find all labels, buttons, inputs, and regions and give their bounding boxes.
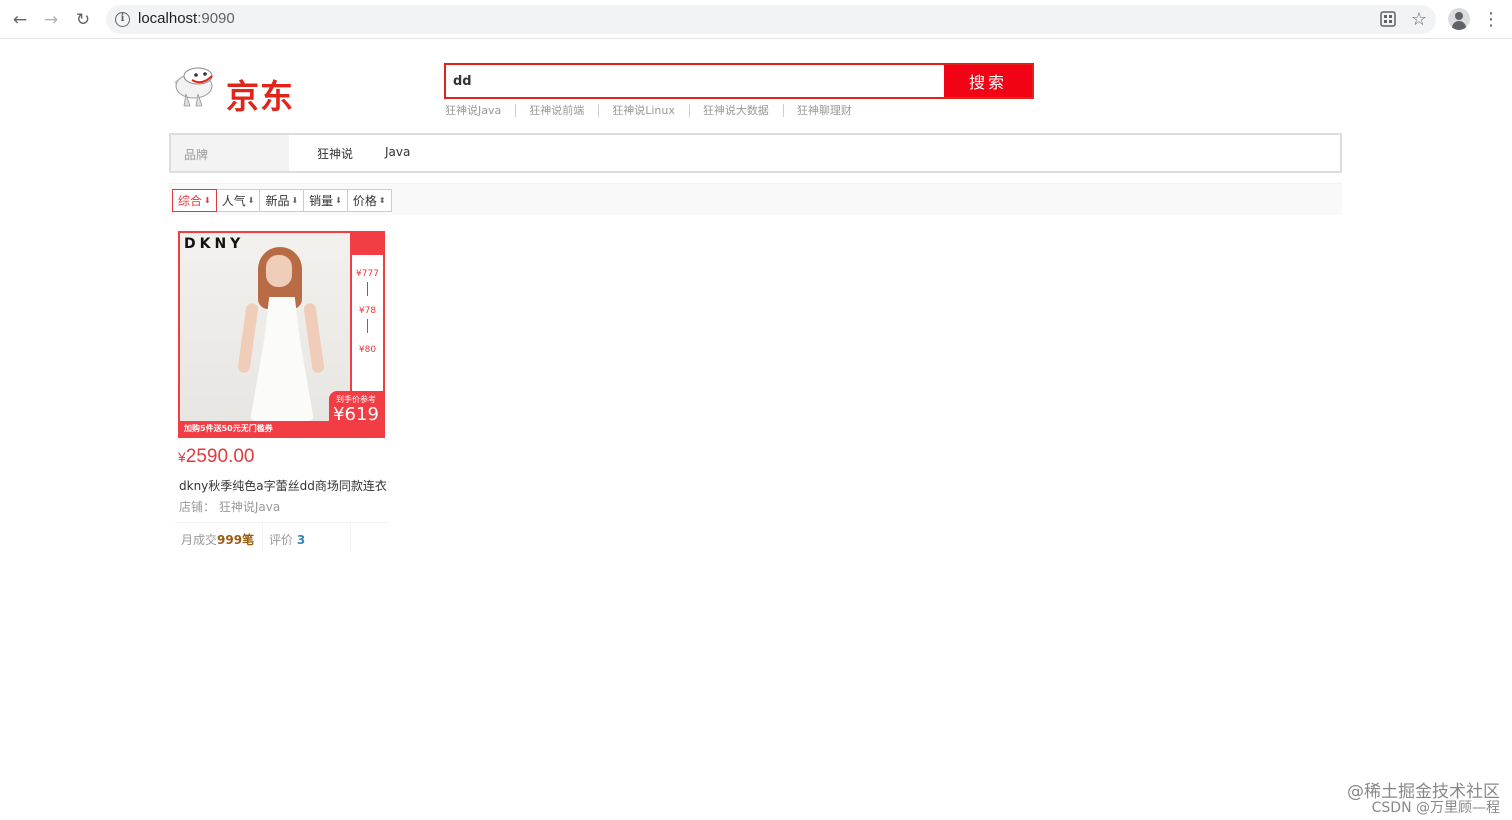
sort-comprehensive-button[interactable]: 综合 ⬇ xyxy=(172,189,217,212)
sort-label: 综合 xyxy=(178,194,203,208)
side-price: ¥78 xyxy=(358,306,377,316)
sort-label: 新品 xyxy=(265,194,290,208)
hot-word-link[interactable]: 狂神说前端 xyxy=(529,104,600,117)
hot-word-link[interactable]: 狂神说大数据 xyxy=(703,104,784,117)
extension-icon[interactable] xyxy=(1377,8,1399,30)
hot-word-link[interactable]: 狂神聊理财 xyxy=(797,104,866,117)
menu-kebab-icon[interactable]: ⋮ xyxy=(1480,8,1502,30)
price-tag-value: ¥619 xyxy=(333,404,379,425)
sort-options: 综合 ⬇ 人气 ⬇ 新品 ⬇ 销量 ⬇ 价格 ⬍ xyxy=(172,189,392,212)
brand-filter-items: 狂神说 Java xyxy=(317,145,410,162)
shop-label: 店铺： xyxy=(179,500,216,514)
brand-item[interactable]: 狂神说 xyxy=(317,145,353,162)
logo-text: 京东 xyxy=(226,77,294,116)
brand-item[interactable]: Java xyxy=(385,145,410,162)
sort-label: 价格 xyxy=(352,194,377,208)
product-stats: 月成交999笔 评价 3 xyxy=(175,522,390,553)
hot-word-link[interactable]: 狂神说Java xyxy=(445,104,517,117)
search-button[interactable]: 搜索 xyxy=(944,65,1032,97)
product-card[interactable]: DKNY ¥777 ¥78 ¥80 加购5件送50元无门槛券 到手价参考 ¥61… xyxy=(175,226,390,556)
arrow-down-icon: ⬇ xyxy=(291,196,299,205)
hot-words: 狂神说Java 狂神说前端 狂神说Linux 狂神说大数据 狂神聊理财 xyxy=(445,104,879,117)
sort-new-button[interactable]: 新品 ⬇ xyxy=(259,189,305,212)
side-price: ¥777 xyxy=(356,269,379,279)
search-form: 搜索 xyxy=(444,63,1034,99)
bookmark-star-icon[interactable]: ☆ xyxy=(1408,8,1430,30)
monthly-sales: 月成交999笔 xyxy=(175,523,263,553)
browser-toolbar: ← → ↻ i localhost:9090 ☆ ⋮ xyxy=(0,0,1512,39)
arrow-down-icon: ⬇ xyxy=(335,196,342,205)
side-price: ¥80 xyxy=(358,345,377,355)
address-bar[interactable]: i localhost:9090 xyxy=(106,5,1436,34)
url-text[interactable]: localhost:9090 xyxy=(138,10,235,27)
shop-name-link[interactable]: 狂神说Java xyxy=(219,500,280,514)
review-count[interactable]: 评价 3 xyxy=(263,523,351,553)
sort-label: 人气 xyxy=(221,194,246,208)
back-icon[interactable]: ← xyxy=(8,8,32,32)
hot-word-link[interactable]: 狂神说Linux xyxy=(612,104,690,117)
search-input[interactable] xyxy=(446,65,944,97)
forward-icon[interactable]: → xyxy=(39,8,63,32)
brand-filter: 品牌 狂神说 Java xyxy=(169,133,1342,173)
image-price-tag: 到手价参考 ¥619 xyxy=(329,391,383,436)
brand-filter-label: 品牌 xyxy=(171,135,289,171)
image-brand-mark: DKNY xyxy=(184,236,245,252)
jd-mascot-icon xyxy=(174,67,213,107)
sort-sales-button[interactable]: 销量 ⬇ xyxy=(303,189,348,212)
product-price: ¥2590.00 xyxy=(178,446,255,467)
sort-popularity-button[interactable]: 人气 ⬇ xyxy=(215,189,261,212)
site-info-icon[interactable]: i xyxy=(115,12,130,27)
jd-logo[interactable]: 京东 xyxy=(168,64,308,116)
product-title-link[interactable]: dkny秋季纯色a字蕾丝dd商场同款连衣 xyxy=(179,477,389,494)
watermark-csdn: CSDN @万里顾—程 xyxy=(1371,800,1500,816)
stat-empty-cell xyxy=(351,523,389,553)
sort-bar: 综合 ⬇ 人气 ⬇ 新品 ⬇ 销量 ⬇ 价格 ⬍ xyxy=(169,183,1342,215)
sort-price-button[interactable]: 价格 ⬍ xyxy=(346,189,392,212)
product-image[interactable]: DKNY ¥777 ¥78 ¥80 加购5件送50元无门槛券 到手价参考 ¥61… xyxy=(178,231,385,438)
arrow-updown-icon: ⬍ xyxy=(378,196,386,205)
arrow-down-icon: ⬇ xyxy=(247,196,255,205)
sort-label: 销量 xyxy=(309,194,334,208)
arrow-down-icon: ⬇ xyxy=(204,196,211,205)
profile-avatar[interactable] xyxy=(1448,8,1470,30)
reload-icon[interactable]: ↻ xyxy=(71,8,95,32)
product-shop: 店铺： 狂神说Java xyxy=(179,498,280,515)
